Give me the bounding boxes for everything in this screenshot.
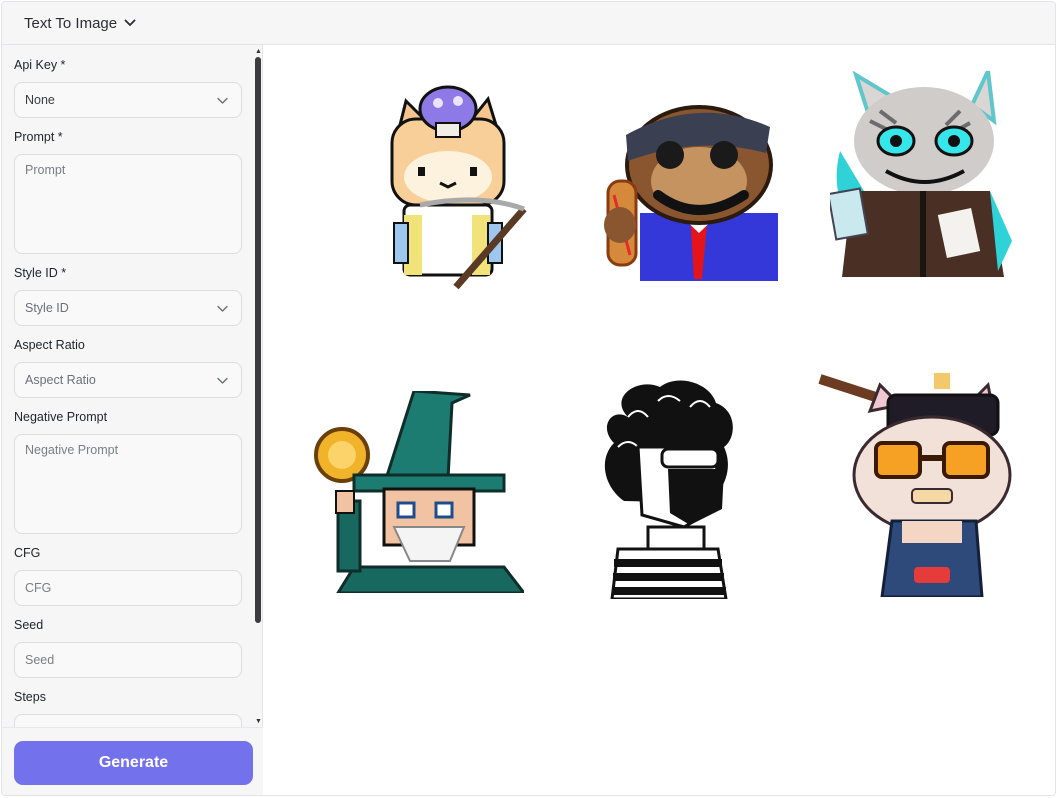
steps-input[interactable] (14, 714, 242, 727)
scroll-up-icon[interactable]: ▲ (255, 48, 262, 55)
curly-hair-figure-illustration (604, 380, 733, 599)
gallery-image[interactable] (830, 71, 1012, 279)
gallery-image[interactable] (598, 95, 788, 281)
pixel-cool-cat-illustration (818, 373, 1012, 597)
chevron-down-icon (124, 19, 136, 26)
scrollbar-thumb[interactable] (255, 57, 261, 623)
prompt-label: Prompt * (14, 130, 63, 144)
steps-label: Steps (14, 690, 46, 704)
style-id-select[interactable]: Style ID (14, 290, 242, 326)
api-key-value: None (25, 93, 55, 107)
aspect-ratio-label: Aspect Ratio (14, 338, 85, 352)
mode-label: Text To Image (24, 14, 118, 32)
gallery-image[interactable] (360, 83, 532, 295)
pixel-wizard-illustration (314, 391, 524, 593)
seed-input[interactable]: Seed (14, 642, 242, 678)
gallery-image[interactable] (314, 391, 524, 593)
negative-prompt-label: Negative Prompt (14, 410, 108, 424)
striped-cat-illustration (830, 71, 1012, 277)
settings-form[interactable]: Api Key * None Prompt * Prompt Style ID … (2, 45, 253, 727)
generate-footer: Generate (2, 727, 263, 795)
prompt-textarea[interactable]: Prompt (14, 154, 242, 254)
aspect-ratio-placeholder: Aspect Ratio (25, 373, 96, 387)
pixel-cat-illustration (390, 85, 527, 290)
mode-selector[interactable]: Text To Image (24, 13, 137, 33)
chevron-down-icon (217, 97, 228, 104)
aspect-ratio-select[interactable]: Aspect Ratio (14, 362, 242, 398)
style-id-placeholder: Style ID (25, 301, 69, 315)
api-key-select[interactable]: None (14, 82, 242, 118)
negative-prompt-textarea[interactable]: Negative Prompt (14, 434, 242, 534)
cfg-input[interactable]: CFG (14, 570, 242, 606)
style-id-label: Style ID * (14, 266, 67, 280)
monkey-illustration (604, 105, 778, 281)
settings-sidebar: Api Key * None Prompt * Prompt Style ID … (2, 45, 263, 795)
seed-label: Seed (14, 618, 44, 632)
chevron-down-icon (217, 305, 228, 312)
api-key-label: Api Key * (14, 58, 66, 72)
sidebar-scrollbar[interactable]: ▲ ▼ (253, 47, 263, 727)
image-gallery (264, 45, 1055, 795)
chevron-down-icon (217, 377, 228, 384)
generate-button[interactable]: Generate (14, 741, 253, 785)
top-bar: Text To Image (2, 2, 1055, 45)
app-window: Text To Image Api Key * None Prompt * Pr… (1, 1, 1056, 796)
cfg-label: CFG (14, 546, 41, 560)
gallery-image[interactable] (818, 371, 1018, 597)
scroll-down-icon[interactable]: ▼ (255, 718, 262, 725)
gallery-image[interactable] (598, 377, 740, 599)
